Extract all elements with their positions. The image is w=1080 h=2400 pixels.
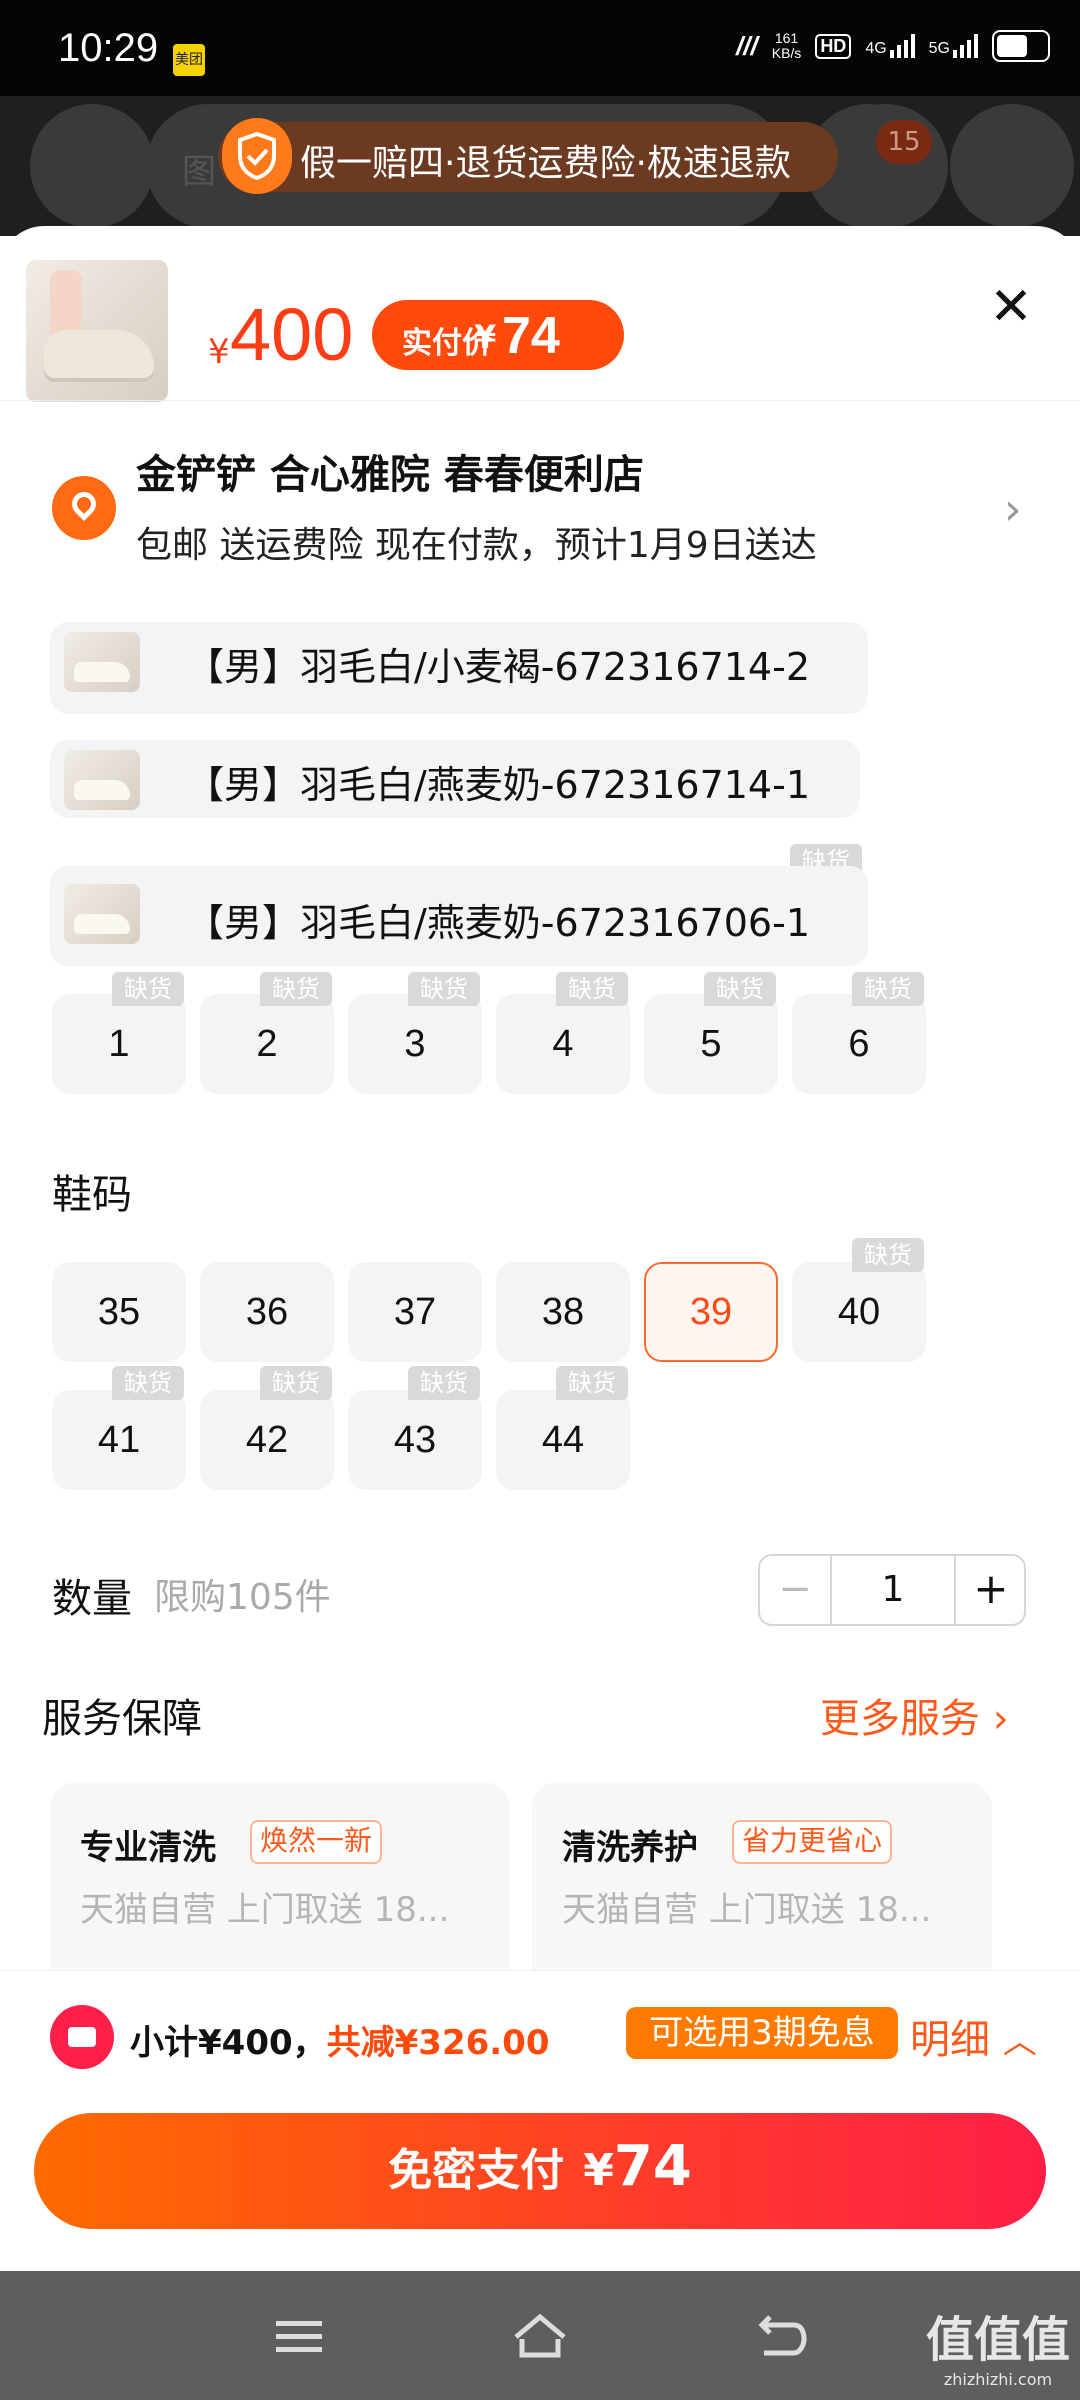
more-services-link[interactable]: 更多服务 › — [820, 1686, 1009, 1744]
discount-amount: 共减¥326.00 — [326, 2023, 550, 2063]
status-icons: /// 161 KB/s HD 4G 5G — [736, 30, 1050, 62]
size-chip[interactable]: 40 — [792, 1262, 926, 1362]
quantity-limit: 限购105件 — [154, 1577, 331, 1618]
back-nav-icon[interactable] — [750, 2311, 810, 2361]
service-desc: 天猫自营 上门取送 18... — [562, 1890, 932, 1930]
pay-amount: 74 — [613, 2134, 692, 2199]
option-chip[interactable]: 4 — [496, 994, 630, 1094]
service-tag: 省力更省心 — [732, 1820, 893, 1864]
installment-badge[interactable]: 可选用3期免息 — [626, 2007, 898, 2059]
quantity-input[interactable]: 1 — [830, 1556, 956, 1624]
network-speed: 161 KB/s — [771, 30, 802, 61]
option-chip[interactable]: 1 — [52, 994, 186, 1094]
out-of-stock-badge: 缺货 — [556, 972, 628, 1006]
variant-option[interactable]: 【男】羽毛白/燕麦奶-672316706-1 — [50, 866, 868, 966]
out-of-stock-badge: 缺货 — [408, 972, 480, 1006]
out-of-stock-badge: 缺货 — [704, 972, 776, 1006]
hd-icon: HD — [815, 33, 852, 59]
variant-thumbnail — [64, 632, 140, 692]
service-title: 清洗养护 — [562, 1828, 698, 1868]
variant-label: 【男】羽毛白/燕麦奶-672316706-1 — [186, 901, 810, 945]
service-card[interactable]: 清洗养护 省力更省心 天猫自营 上门取送 18... — [532, 1782, 992, 2002]
service-desc: 天猫自营 上门取送 18... — [80, 1890, 450, 1930]
size-chip[interactable]: 43 — [348, 1390, 482, 1490]
option-chip[interactable]: 2 — [200, 994, 334, 1094]
signal-4g-icon: 4G — [865, 34, 915, 58]
back-icon — [30, 104, 154, 228]
option-chip[interactable]: 5 — [644, 994, 778, 1094]
out-of-stock-badge: 缺货 — [556, 1366, 628, 1400]
out-of-stock-badge: 缺货 — [260, 972, 332, 1006]
quantity-stepper: − 1 + — [758, 1554, 1026, 1626]
guarantee-text: 假一赔四·退货运费险·极速退款 — [300, 143, 791, 184]
quantity-increase-button[interactable]: + — [956, 1556, 1026, 1624]
size-chip[interactable]: 42 — [200, 1390, 334, 1490]
tab-image: 图 — [182, 152, 216, 192]
meituan-notification-icon: 美团 — [173, 44, 205, 76]
size-chip[interactable]: 35 — [52, 1262, 186, 1362]
service-card[interactable]: 专业清洗 焕然一新 天猫自营 上门取送 18... — [50, 1782, 510, 2002]
chevron-right-icon: › — [992, 1696, 1009, 1742]
variant-option[interactable]: 【男】羽毛白/燕麦奶-672316714-1 — [50, 740, 860, 818]
service-section-title: 服务保障 — [42, 1696, 202, 1742]
variant-thumbnail — [64, 750, 140, 810]
size-chip[interactable]: 44 — [496, 1390, 630, 1490]
menu-icon[interactable] — [270, 2311, 330, 2361]
checkout-bar: 小计¥400，共减¥326.00 可选用3期免息 明细 ︿ 免密支付 ¥74 — [0, 1970, 1080, 2272]
shield-check-icon — [222, 118, 292, 194]
product-thumbnail[interactable] — [26, 260, 168, 402]
size-chip[interactable]: 37 — [348, 1262, 482, 1362]
option-chip[interactable]: 6 — [792, 994, 926, 1094]
option-chip[interactable]: 3 — [348, 994, 482, 1094]
detail-label: 明细 — [910, 2017, 990, 2063]
watermark-logo: 值值值 — [926, 2312, 1071, 2368]
subtotal: 小计¥400，共减¥326.00 — [130, 2015, 550, 2064]
service-tag: 焕然一新 — [250, 1820, 383, 1864]
size-chip-selected[interactable]: 39 — [644, 1262, 778, 1362]
subtotal-label: 小计¥400， — [130, 2023, 327, 2063]
size-chip[interactable]: 36 — [200, 1262, 334, 1362]
battery-icon — [992, 30, 1050, 62]
variant-option[interactable]: 【男】羽毛白/小麦褐-672316714-2 — [50, 622, 868, 714]
chevron-up-icon: ︿ — [1002, 2022, 1037, 2062]
pay-button[interactable]: 免密支付 ¥74 — [34, 2113, 1046, 2229]
price-currency: ¥ — [208, 332, 230, 372]
out-of-stock-badge: 缺货 — [408, 1366, 480, 1400]
size-chip[interactable]: 41 — [52, 1390, 186, 1490]
close-icon[interactable]: ✕ — [986, 281, 1036, 333]
size-section-title: 鞋码 — [52, 1172, 132, 1218]
system-nav-bar — [0, 2271, 1080, 2400]
nfc-icon: /// — [736, 30, 758, 61]
out-of-stock-badge: 缺货 — [852, 1238, 924, 1272]
signal-5g-icon: 5G — [929, 34, 978, 58]
service-title: 专业清洗 — [80, 1828, 216, 1868]
guarantee-banner: 假一赔四·退货运费险·极速退款 — [218, 118, 838, 194]
pay-label: 免密支付 — [388, 2145, 565, 2196]
variant-thumbnail — [64, 884, 140, 944]
watermark-site: zhizhizhi.com — [943, 2370, 1053, 2389]
variant-label: 【男】羽毛白/燕麦奶-672316714-1 — [186, 763, 810, 807]
out-of-stock-badge: 缺货 — [112, 1366, 184, 1400]
size-chip[interactable]: 38 — [496, 1262, 630, 1362]
out-of-stock-badge: 缺货 — [852, 972, 924, 1006]
status-bar: 10:29 美团 /// 161 KB/s HD 4G 5G — [0, 0, 1080, 96]
watermark: 值值值 zhizhizhi.com — [926, 2300, 1070, 2389]
detail-toggle[interactable]: 明细 ︿ — [910, 2007, 1037, 2065]
out-of-stock-badge: 缺货 — [260, 1366, 332, 1400]
home-icon[interactable] — [510, 2311, 570, 2361]
quantity-decrease-button[interactable]: − — [760, 1556, 830, 1624]
quantity-title: 数量 — [52, 1576, 132, 1622]
actual-price-currency: ¥ — [474, 318, 497, 356]
variant-label: 【男】羽毛白/小麦褐-672316714-2 — [186, 645, 810, 689]
cart-badge: 15 — [876, 120, 932, 164]
more-services-label: 更多服务 — [820, 1696, 980, 1742]
pay-currency: ¥ — [583, 2145, 614, 2196]
actual-price-value: 74 — [502, 307, 560, 365]
actual-price-badge: 实付价 ¥ 74 — [372, 300, 624, 370]
coupon-icon — [50, 2005, 114, 2069]
more-icon — [950, 104, 1074, 228]
out-of-stock-badge: 缺货 — [112, 972, 184, 1006]
product-price: 400 — [230, 293, 354, 376]
status-time: 10:29 — [58, 26, 159, 70]
